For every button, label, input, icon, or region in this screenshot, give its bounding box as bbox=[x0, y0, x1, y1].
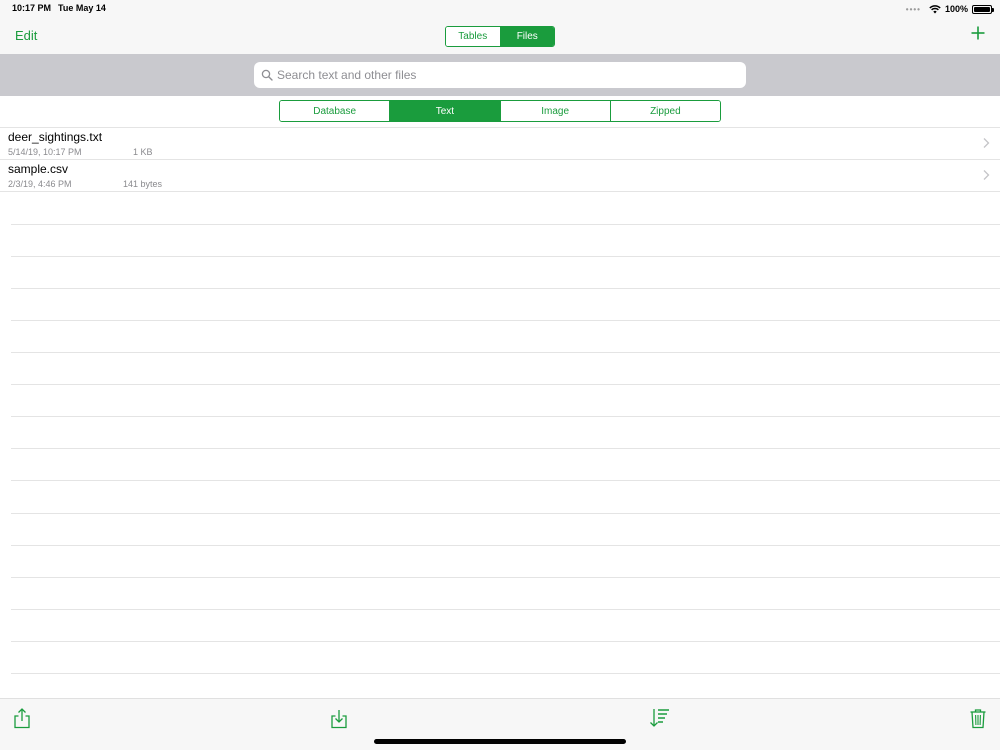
battery-nub bbox=[992, 7, 994, 12]
empty-row-separator bbox=[11, 545, 1000, 546]
segment-image[interactable]: Image bbox=[499, 101, 610, 121]
file-name: sample.csv bbox=[8, 162, 69, 176]
navigation-bar: Edit Tables Files bbox=[0, 18, 1000, 54]
empty-row-separator bbox=[11, 224, 1000, 225]
wifi-icon bbox=[929, 4, 941, 13]
status-indicators: •••• 100% bbox=[905, 3, 994, 15]
share-icon[interactable] bbox=[12, 707, 32, 729]
home-indicator[interactable] bbox=[374, 739, 626, 744]
file-row[interactable]: deer_sightings.txt 5/14/19, 10:17 PM 1 K… bbox=[0, 128, 1000, 160]
battery-level bbox=[974, 6, 990, 12]
chevron-right-icon bbox=[983, 170, 990, 180]
empty-row-separator bbox=[11, 641, 1000, 642]
empty-row-separator bbox=[11, 352, 1000, 353]
empty-row-separator bbox=[11, 448, 1000, 449]
file-row[interactable]: sample.csv 2/3/19, 4:46 PM 141 bytes bbox=[0, 160, 1000, 192]
search-bar-area bbox=[0, 54, 1000, 96]
file-date: 2/3/19, 4:46 PM bbox=[8, 179, 72, 189]
row-separator bbox=[0, 191, 1000, 192]
status-date: Tue May 14 bbox=[58, 3, 106, 13]
file-name: deer_sightings.txt bbox=[8, 130, 103, 144]
file-size: 1 KB bbox=[133, 147, 153, 157]
empty-row-separator bbox=[11, 577, 1000, 578]
search-box[interactable] bbox=[254, 62, 746, 88]
empty-row-separator bbox=[11, 416, 1000, 417]
search-input[interactable] bbox=[277, 68, 737, 82]
multitasking-dots-icon: •••• bbox=[905, 4, 921, 14]
empty-row-separator bbox=[11, 384, 1000, 385]
battery-icon bbox=[972, 4, 994, 14]
status-bar: 10:17 PM Tue May 14 •••• 100% bbox=[0, 0, 1000, 18]
file-date: 5/14/19, 10:17 PM bbox=[8, 147, 82, 157]
segment-files[interactable]: Files bbox=[499, 27, 554, 46]
empty-row-separator bbox=[11, 320, 1000, 321]
status-time: 10:17 PM bbox=[12, 3, 52, 13]
empty-row-separator bbox=[11, 256, 1000, 257]
plus-icon[interactable] bbox=[970, 25, 986, 41]
trash-icon[interactable] bbox=[968, 707, 988, 729]
edit-button[interactable]: Edit bbox=[15, 28, 37, 43]
empty-row-separator bbox=[11, 609, 1000, 610]
tables-files-segmented-control: Tables Files bbox=[445, 26, 555, 47]
sort-icon[interactable] bbox=[648, 707, 670, 729]
search-icon bbox=[261, 69, 273, 81]
segment-database[interactable]: Database bbox=[280, 101, 390, 121]
empty-row-separator bbox=[11, 673, 1000, 674]
segment-text[interactable]: Text bbox=[389, 101, 500, 121]
battery-percent: 100% bbox=[944, 4, 968, 14]
segment-zipped[interactable]: Zipped bbox=[609, 101, 720, 121]
empty-row-separator bbox=[11, 288, 1000, 289]
file-type-segmented-control: Database Text Image Zipped bbox=[279, 100, 721, 122]
empty-row-separator bbox=[11, 480, 1000, 481]
chevron-right-icon bbox=[983, 138, 990, 148]
file-size: 141 bytes bbox=[123, 179, 163, 189]
segment-tables[interactable]: Tables bbox=[446, 27, 500, 46]
empty-row-separator bbox=[11, 513, 1000, 514]
import-icon[interactable] bbox=[329, 707, 349, 729]
